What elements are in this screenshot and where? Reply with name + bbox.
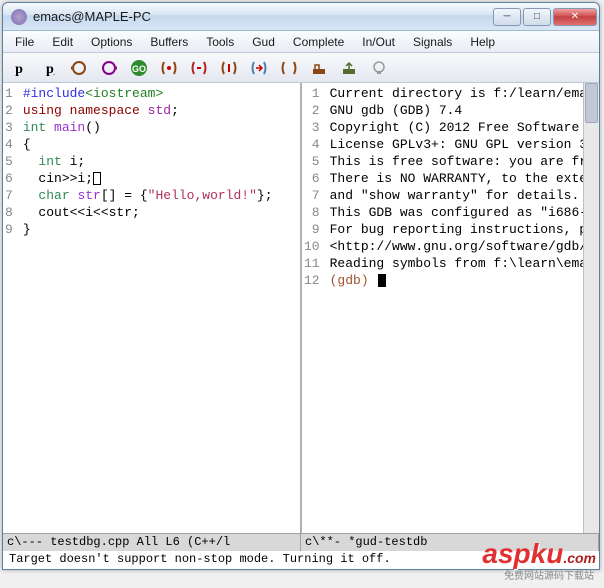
svg-text:.: .: [53, 68, 55, 77]
scrollbar-right[interactable]: [583, 83, 599, 533]
loop1-icon[interactable]: [69, 58, 89, 78]
menu-tools[interactable]: Tools: [198, 33, 242, 51]
misc1-icon[interactable]: [309, 58, 329, 78]
skip3-icon[interactable]: [219, 58, 239, 78]
bulb-icon[interactable]: [369, 58, 389, 78]
menu-help[interactable]: Help: [462, 33, 503, 51]
menu-signals[interactable]: Signals: [405, 33, 460, 51]
skip2-icon[interactable]: [189, 58, 209, 78]
skip1-icon[interactable]: [159, 58, 179, 78]
maximize-button[interactable]: □: [523, 8, 551, 26]
menubar: FileEditOptionsBuffersToolsGudCompleteIn…: [3, 31, 599, 53]
toolbar: p p. GO: [3, 53, 599, 83]
menu-edit[interactable]: Edit: [44, 33, 81, 51]
menu-gud[interactable]: Gud: [244, 33, 283, 51]
gdb-output[interactable]: Current directory is f:/learn/emaGNU gdb…: [326, 83, 584, 533]
loop2-icon[interactable]: [99, 58, 119, 78]
modeline-left[interactable]: c\--- testdbg.cpp All L6 (C++/l: [3, 534, 301, 551]
line-gutter-right: 123456789101112: [302, 83, 326, 533]
modeline: c\--- testdbg.cpp All L6 (C++/l c\**- *g…: [3, 533, 599, 551]
menu-inout[interactable]: In/Out: [354, 33, 403, 51]
misc2-icon[interactable]: [339, 58, 359, 78]
close-button[interactable]: ✕: [553, 8, 597, 26]
editor-area: 123456789 #include<iostream>using namesp…: [3, 83, 599, 533]
go-green-icon[interactable]: GO: [129, 58, 149, 78]
modeline-right[interactable]: c\**- *gud-testdb: [301, 534, 599, 551]
source-pane[interactable]: 123456789 #include<iostream>using namesp…: [3, 83, 302, 533]
app-window: emacs@MAPLE-PC ─ □ ✕ FileEditOptionsBuff…: [2, 2, 600, 570]
watermark-subtitle: 免费网站源码下载站: [504, 567, 594, 582]
svg-text:p: p: [15, 62, 23, 77]
scrollbar-thumb[interactable]: [585, 83, 598, 123]
source-code[interactable]: #include<iostream>using namespace std;in…: [19, 83, 277, 533]
gdb-pane[interactable]: 123456789101112 Current directory is f:/…: [302, 83, 599, 533]
skip5-icon[interactable]: [279, 58, 299, 78]
svg-text:GO: GO: [132, 64, 146, 74]
p-sub-icon[interactable]: p.: [39, 58, 59, 78]
line-gutter-left: 123456789: [3, 83, 19, 533]
window-title: emacs@MAPLE-PC: [33, 9, 493, 24]
minimize-button[interactable]: ─: [493, 8, 521, 26]
menu-buffers[interactable]: Buffers: [142, 33, 196, 51]
app-icon: [11, 9, 27, 25]
skip4-icon[interactable]: [249, 58, 269, 78]
menu-complete[interactable]: Complete: [285, 33, 352, 51]
menu-file[interactable]: File: [7, 33, 42, 51]
menu-options[interactable]: Options: [83, 33, 140, 51]
p-bold-icon[interactable]: p: [9, 58, 29, 78]
titlebar[interactable]: emacs@MAPLE-PC ─ □ ✕: [3, 3, 599, 31]
